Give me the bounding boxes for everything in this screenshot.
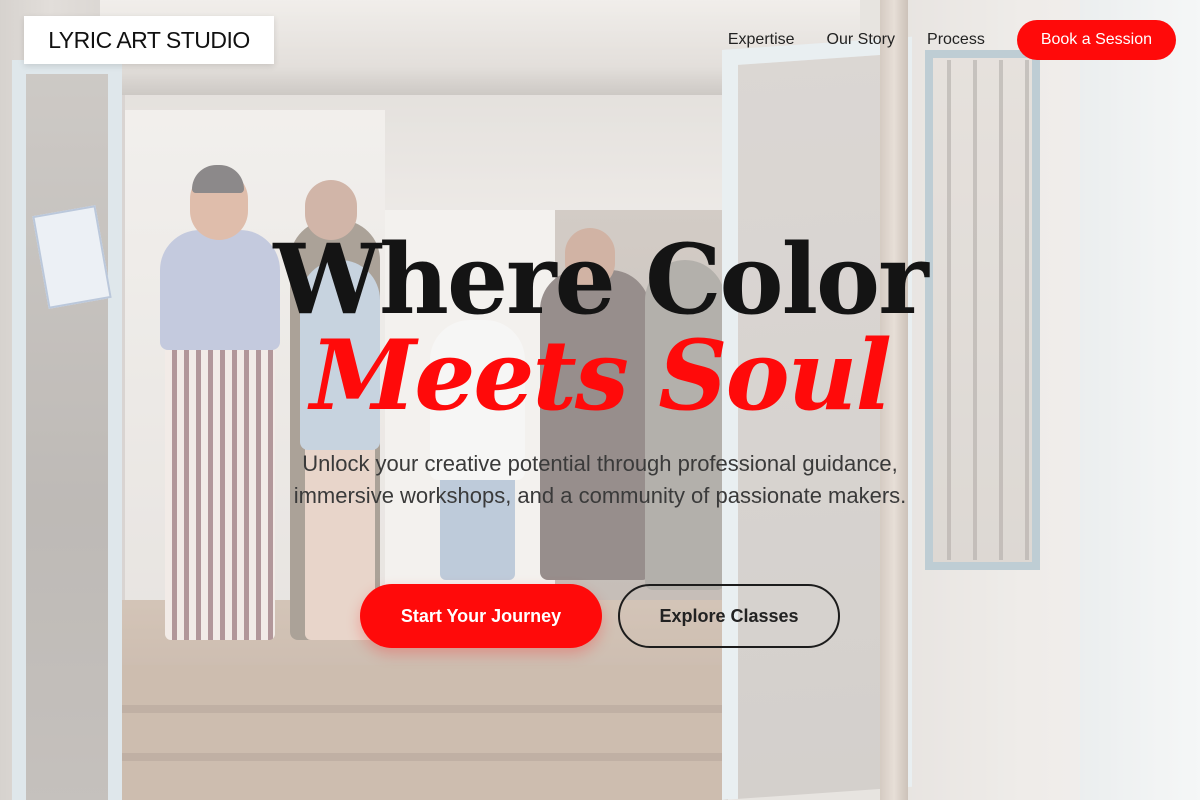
hero-section: Where Color Meets Soul Unlock your creat… — [0, 0, 1200, 800]
hero-headline: Where Color Meets Soul — [0, 232, 1200, 424]
headline-line-1: Where Color — [273, 223, 928, 336]
explore-classes-button[interactable]: Explore Classes — [618, 584, 840, 648]
hero-subtitle: Unlock your creative potential through p… — [293, 451, 907, 508]
headline-line-2: Meets Soul — [310, 319, 892, 432]
hero-cta-row: Start Your Journey Explore Classes — [0, 584, 1200, 648]
start-journey-button[interactable]: Start Your Journey — [360, 584, 602, 648]
